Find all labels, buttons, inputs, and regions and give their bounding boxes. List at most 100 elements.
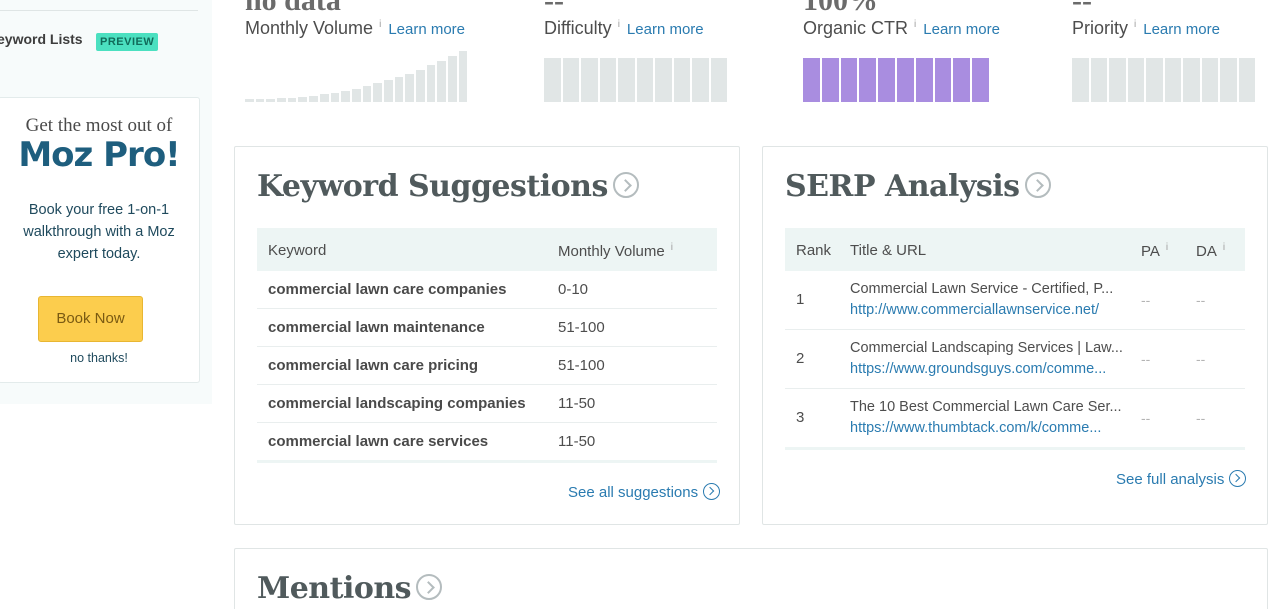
learn-more-link[interactable]: Learn more [627, 21, 704, 38]
gauge-bar [692, 58, 709, 102]
keyword-cell[interactable]: commercial lawn care pricing [268, 357, 478, 374]
keyword-suggestions-card: Keyword Suggestions Keyword Monthly Volu… [234, 146, 740, 525]
gauge-bar [437, 61, 447, 102]
learn-more-link[interactable]: Learn more [1143, 21, 1220, 38]
gauge-bar [277, 98, 286, 102]
metric-label-text: Organic CTR [803, 18, 909, 38]
gauge-bar [448, 56, 457, 102]
keyword-cell[interactable]: commercial landscaping companies [268, 395, 526, 412]
gauge-bar [426, 65, 436, 102]
gauge-bar [298, 97, 308, 102]
gauge-bar [255, 99, 265, 102]
serp-url-link[interactable]: http://www.commerciallawnservice.net/ [850, 302, 1099, 318]
column-header-title-url[interactable]: Title & URL [850, 242, 926, 259]
organic-ctr-gauge [803, 58, 989, 102]
table-bottom-rule [785, 447, 1245, 450]
metric-label: Difficulty i Learn more [544, 18, 704, 39]
column-header-rank[interactable]: Rank [796, 242, 831, 259]
keyword-cell[interactable]: commercial lawn maintenance [268, 319, 485, 336]
volume-cell: 0-10 [558, 281, 589, 298]
keyword-row[interactable]: commercial lawn maintenance 51-100 [257, 309, 717, 347]
metric-label: Organic CTR i Learn more [803, 18, 1000, 39]
metric-value: -- [544, 0, 564, 17]
see-full-analysis-link[interactable]: See full analysis [1116, 469, 1247, 489]
volume-cell: 51-100 [558, 357, 605, 374]
chevron-circle-icon [703, 482, 721, 500]
info-icon[interactable]: i [1134, 19, 1136, 30]
mentions-card: Mentions [234, 548, 1268, 609]
sidebar-item-keyword-lists[interactable]: eyword Lists [0, 31, 83, 47]
gauge-bar [599, 58, 616, 102]
gauge-bar [821, 58, 839, 102]
da-cell: -- [1196, 410, 1206, 426]
info-icon[interactable]: i [1223, 242, 1225, 253]
gauge-bar [458, 51, 468, 102]
serp-url-link[interactable]: https://www.groundsguys.com/comme... [850, 361, 1106, 377]
serp-row: 3 The 10 Best Commercial Lawn Care Ser...… [785, 389, 1245, 448]
chevron-circle-icon[interactable] [612, 172, 639, 198]
serp-analysis-title[interactable]: SERP Analysis [785, 169, 1051, 204]
gauge-bar [1127, 58, 1144, 102]
gauge-bar [544, 58, 561, 102]
metric-label-text: Difficulty [544, 18, 612, 38]
gauge-bar [581, 58, 598, 102]
volume-trend-chart [245, 51, 468, 102]
chevron-circle-icon[interactable] [416, 574, 443, 600]
gauge-bar [972, 58, 989, 102]
gauge-bar [351, 89, 361, 102]
gauge-bar [562, 58, 579, 102]
gauge-bar [1109, 58, 1126, 102]
mentions-title[interactable]: Mentions [257, 571, 443, 606]
info-icon[interactable]: i [671, 242, 673, 253]
sidebar: eyword Lists PREVIEW Get the most out of… [0, 0, 212, 404]
keyword-cell[interactable]: commercial lawn care companies [268, 281, 506, 298]
gauge-bar [1220, 58, 1237, 102]
column-header-text: PA [1141, 243, 1160, 260]
volume-cell: 51-100 [558, 319, 605, 336]
gauge-bar [1201, 58, 1218, 102]
gauge-bar [416, 70, 425, 102]
serp-row: 2 Commercial Landscaping Services | Law..… [785, 330, 1245, 389]
info-icon[interactable]: i [379, 19, 381, 30]
see-all-suggestions-link[interactable]: See all suggestions [568, 482, 721, 502]
info-icon[interactable]: i [914, 19, 916, 30]
sidebar-divider [0, 10, 198, 11]
book-now-button[interactable]: Book Now [38, 296, 143, 342]
learn-more-link[interactable]: Learn more [923, 21, 1000, 38]
serp-row: 1 Commercial Lawn Service - Certified, P.… [785, 271, 1245, 330]
keyword-row[interactable]: commercial lawn care companies 0-10 [257, 271, 717, 309]
column-header-monthly-volume[interactable]: Monthly Volume i [558, 242, 673, 260]
gauge-bar [287, 98, 297, 102]
gauge-bar [803, 58, 820, 102]
learn-more-link[interactable]: Learn more [388, 21, 465, 38]
rank-cell: 3 [796, 409, 805, 426]
gauge-bar [636, 58, 653, 102]
rank-cell: 1 [796, 291, 805, 308]
gauge-bar [655, 58, 672, 102]
serp-url-link[interactable]: https://www.thumbtack.com/k/comme... [850, 420, 1101, 436]
pa-cell: -- [1141, 410, 1151, 426]
gauge-bar [618, 58, 635, 102]
gauge-bar [373, 83, 382, 102]
info-icon[interactable]: i [618, 19, 620, 30]
keyword-row[interactable]: commercial lawn care pricing 51-100 [257, 347, 717, 385]
keyword-cell[interactable]: commercial lawn care services [268, 433, 488, 450]
da-cell: -- [1196, 292, 1206, 308]
column-header-keyword[interactable]: Keyword [268, 242, 326, 259]
keyword-row[interactable]: commercial landscaping companies 11-50 [257, 385, 717, 423]
chevron-circle-icon[interactable] [1024, 172, 1051, 198]
gauge-bar [1164, 58, 1181, 102]
gauge-bar [245, 99, 254, 102]
column-header-da[interactable]: DA i [1196, 242, 1225, 260]
info-icon[interactable]: i [1166, 242, 1168, 253]
no-thanks-link[interactable]: no thanks! [0, 351, 199, 365]
gauge-bar [878, 58, 895, 102]
column-header-pa[interactable]: PA i [1141, 242, 1168, 260]
promo-headline: Get the most out of [25, 115, 173, 136]
gauge-bar [266, 99, 276, 102]
volume-cell: 11-50 [558, 395, 596, 412]
keyword-suggestions-title[interactable]: Keyword Suggestions [257, 169, 639, 204]
keyword-row[interactable]: commercial lawn care services 11-50 [257, 423, 717, 461]
serp-analysis-card: SERP Analysis Rank Title & URL PA i DA i 1… [762, 146, 1268, 525]
column-header-text: DA [1196, 243, 1217, 260]
